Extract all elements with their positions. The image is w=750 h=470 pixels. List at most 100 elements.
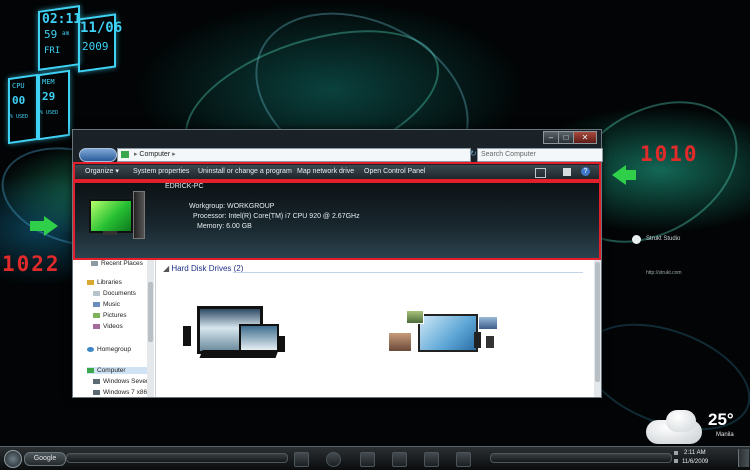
collapse-icon: ◢ xyxy=(163,264,170,273)
chevron-right-icon: ▸ xyxy=(133,151,138,158)
drive-icon xyxy=(93,389,100,395)
height-callout: 1022 xyxy=(2,252,61,276)
drive-icon-windows-7-x86[interactable] xyxy=(388,306,508,370)
start-button[interactable] xyxy=(4,450,22,468)
nav-music[interactable]: Music xyxy=(93,301,120,308)
group-header-hard-disk-drives[interactable]: ◢ Hard Disk Drives (2) xyxy=(163,264,243,273)
speaker-icon xyxy=(474,332,481,348)
navigation-pane: Recent Places Libraries Documents Music … xyxy=(73,260,156,397)
chevron-right-icon: ▸ xyxy=(172,151,176,158)
weather-city: Manila xyxy=(716,432,734,438)
homegroup-icon xyxy=(87,346,94,352)
arrow-right-icon-shaft xyxy=(30,221,44,231)
nav-computer[interactable]: Computer xyxy=(87,367,153,374)
cloud-icon-top xyxy=(666,410,696,432)
nav-videos[interactable]: Videos xyxy=(93,323,123,330)
app-taskbar-icon[interactable] xyxy=(456,452,471,467)
strukt-logo-icon xyxy=(632,235,641,244)
media-screen xyxy=(418,314,478,352)
nav-drive-windows-7-x86[interactable]: Windows 7 x86 xyxy=(93,389,147,396)
clock-date: 11/06 xyxy=(80,20,123,36)
drive-icon xyxy=(93,378,100,384)
photo-thumbnail xyxy=(406,310,424,324)
refresh-icon[interactable]: ↻ xyxy=(470,149,477,159)
nav-pictures[interactable]: Pictures xyxy=(93,312,126,319)
clock-year: 2009 xyxy=(82,40,109,53)
tray-icon[interactable] xyxy=(674,459,678,463)
drive-icon-windows-seven[interactable] xyxy=(183,306,288,370)
content-scroll-thumb[interactable] xyxy=(595,262,600,382)
close-button[interactable]: ✕ xyxy=(573,131,597,144)
cpu-label: CPU xyxy=(12,82,25,90)
tray-icon[interactable] xyxy=(674,451,678,455)
back-forward-buttons[interactable] xyxy=(79,148,117,162)
content-scrollbar[interactable] xyxy=(594,260,601,397)
photo-thumbnail xyxy=(388,332,412,352)
search-input[interactable]: Google xyxy=(24,452,66,466)
taskbar-clock-time[interactable]: 2:11 AM xyxy=(684,450,706,456)
nav-drive-windows-seven[interactable]: Windows Seven xyxy=(93,378,150,385)
clock-gadget[interactable]: 02:11 59 am 11/06 FRI 2009 xyxy=(36,5,122,73)
width-callout: 1010 xyxy=(640,142,699,166)
weather-temperature: 25° xyxy=(708,410,734,429)
arrow-left-icon-shaft xyxy=(626,170,636,180)
mem-label: MEM xyxy=(42,78,55,86)
content-area: Recent Places Libraries Documents Music … xyxy=(73,260,601,397)
explorer-window[interactable]: – □ ✕ ▸ Computer ▸ ↻ Search Computer Org… xyxy=(72,129,603,398)
minimize-button[interactable]: – xyxy=(543,131,559,144)
show-desktop-button[interactable] xyxy=(738,449,749,467)
studio-url: http://strukt.com xyxy=(646,270,682,276)
maximize-button[interactable]: □ xyxy=(558,131,574,144)
remote-icon xyxy=(486,336,494,348)
app-taskbar-icon[interactable] xyxy=(424,452,439,467)
taskbar-track xyxy=(66,453,288,463)
documents-icon xyxy=(93,290,100,296)
media-player-taskbar-icon[interactable] xyxy=(326,452,341,467)
nav-recent-places[interactable]: Recent Places xyxy=(91,260,143,267)
music-icon xyxy=(93,301,100,307)
cpu-value: 00 xyxy=(12,94,26,107)
nav-homegroup[interactable]: Homegroup xyxy=(87,346,131,353)
library-icon xyxy=(87,279,94,285)
pictures-icon xyxy=(93,312,100,318)
laptop-screen xyxy=(239,324,279,352)
explorer-taskbar-icon[interactable] xyxy=(294,452,309,467)
clock-seconds: 59 xyxy=(44,28,58,41)
address-bar[interactable]: ▸ Computer ▸ xyxy=(117,148,471,162)
computer-icon xyxy=(87,367,94,373)
laptop-base xyxy=(199,350,279,358)
mem-unit: % USED xyxy=(40,110,59,116)
breadcrumb[interactable]: Computer xyxy=(139,151,170,158)
nav-scrollbar[interactable] xyxy=(147,260,154,397)
toolbar-highlight-box xyxy=(73,162,601,181)
videos-icon xyxy=(93,323,100,329)
clock-ampm: am xyxy=(62,30,70,37)
folder-icon xyxy=(91,260,98,266)
nav-scroll-thumb[interactable] xyxy=(148,282,153,342)
computer-icon xyxy=(121,150,129,158)
group-divider xyxy=(233,272,583,273)
cpu-meter-gadget[interactable]: CPU 00 % USED MEM 29 % USED xyxy=(6,69,72,150)
taskbar: Google 2:11 AM 11/6/2009 xyxy=(0,446,750,470)
photo-thumbnail xyxy=(478,316,498,330)
search-input[interactable]: Search Computer xyxy=(477,148,603,162)
mem-value: 29 xyxy=(42,90,56,103)
clock-day: FRI xyxy=(44,46,61,56)
clock-time: 02:11 xyxy=(42,12,82,27)
phone-icon xyxy=(277,336,285,352)
app-taskbar-icon[interactable] xyxy=(392,452,407,467)
nav-libraries[interactable]: Libraries xyxy=(87,279,122,286)
weather-gadget[interactable]: 25° Manila xyxy=(646,408,750,448)
taskbar-track xyxy=(490,453,672,463)
cpu-unit: % USED xyxy=(10,114,29,120)
details-highlight-box xyxy=(73,181,601,260)
studio-name: Strukt Studio xyxy=(646,236,681,242)
nav-documents[interactable]: Documents xyxy=(93,290,136,297)
window-titlebar[interactable]: – □ ✕ xyxy=(73,130,601,146)
address-row: ▸ Computer ▸ ↻ Search Computer xyxy=(79,148,603,162)
arrow-right-icon xyxy=(44,216,58,236)
speaker-icon xyxy=(183,326,191,346)
app-taskbar-icon[interactable] xyxy=(360,452,375,467)
taskbar-clock-date[interactable]: 11/6/2009 xyxy=(682,459,708,465)
search-placeholder: Search Computer xyxy=(481,151,536,158)
